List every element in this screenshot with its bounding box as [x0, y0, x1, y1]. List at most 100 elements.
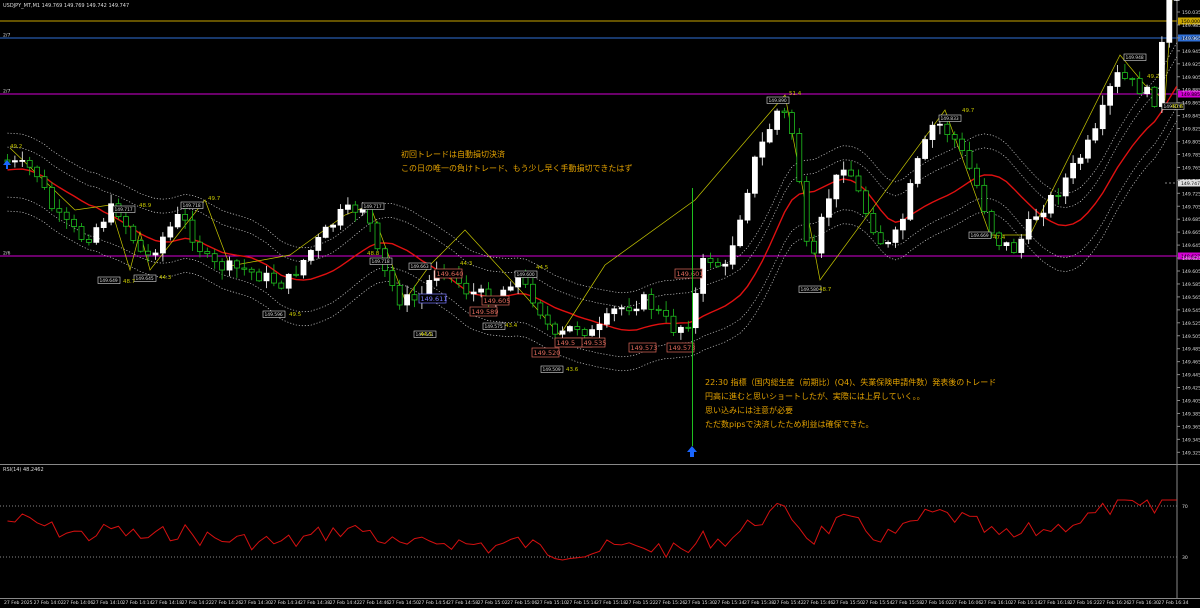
- candle-body: [1122, 72, 1128, 79]
- chart-window[interactable]: USDJPY_MT,M1 149.769 149.769 149.742 149…: [0, 0, 1200, 608]
- candle-body: [11, 160, 18, 163]
- price-box-label: 149.669: [971, 233, 989, 239]
- rsi-tick-label: 70: [1182, 504, 1188, 510]
- time-axis: 27 Feb 2025 27 Feb 14:02 27 Feb 14:06 27 Fe…: [4, 600, 1189, 606]
- fib-label: 48.7: [123, 279, 136, 285]
- candle-body: [914, 158, 921, 184]
- level-tag: 2/7: [3, 33, 10, 39]
- candle-body: [1033, 216, 1039, 220]
- price-tick-label: 149.685: [1182, 217, 1200, 223]
- fib-label: 49.7: [962, 108, 975, 114]
- time-label: 27 Feb 16:30: [1129, 600, 1159, 606]
- annotation-line: 思い込みには注意が必要: [705, 405, 793, 415]
- price-tick-label: 149.625: [1182, 256, 1200, 262]
- candle-body: [100, 221, 107, 228]
- fib-label: 44.5: [420, 332, 433, 338]
- candle-body: [766, 129, 773, 143]
- candle-body: [1151, 86, 1158, 107]
- candle-body: [1166, 0, 1173, 43]
- price-tick-label: 149.665: [1182, 230, 1200, 236]
- candle-body: [715, 262, 721, 267]
- candle-body: [1025, 219, 1032, 240]
- candle-body: [922, 139, 928, 159]
- fib-label: 44.5: [536, 265, 549, 271]
- candle-body: [1085, 139, 1091, 159]
- price-box-label: 149.575: [485, 324, 503, 330]
- candle-body: [670, 315, 677, 333]
- candle-body: [1003, 242, 1010, 246]
- fib-label: 43.4: [505, 323, 518, 329]
- candle-body: [1077, 157, 1084, 164]
- time-label: 27 Feb 14:06: [63, 600, 93, 606]
- fib-label: 48.8: [367, 251, 380, 257]
- fib-label: 48.7: [819, 287, 832, 293]
- time-label: 27 Feb 15:50: [833, 600, 863, 606]
- candle-body: [130, 225, 137, 241]
- candle-body: [1048, 195, 1054, 214]
- candle-body: [685, 326, 692, 329]
- candle-body: [19, 160, 26, 162]
- time-label: 27 Feb 14:34: [270, 600, 300, 606]
- candle-body: [678, 326, 684, 333]
- annotation-line: 22:30 指標（国内総生産（前期比）(Q4)、失業保険申請件数）発表後のトレー…: [705, 377, 996, 387]
- candle-body: [833, 174, 840, 200]
- candle-body: [988, 211, 995, 234]
- candle-body: [307, 250, 314, 261]
- time-label: 27 Feb 14:46: [359, 600, 389, 606]
- time-label: 27 Feb 15:46: [803, 600, 833, 606]
- candle-body: [522, 276, 529, 285]
- candle-body: [818, 216, 825, 254]
- price-box-label: 149.645: [136, 276, 154, 282]
- fib-label: 48.9: [139, 203, 152, 209]
- candle-body: [626, 307, 632, 312]
- candle-body: [789, 112, 795, 134]
- price-box-label: 149.717: [364, 204, 382, 210]
- candle-body: [1018, 238, 1025, 253]
- candle-body: [322, 226, 329, 238]
- candle-body: [707, 258, 714, 263]
- trade-label: 149.611: [421, 295, 448, 303]
- candle-body: [581, 329, 588, 336]
- price-box-label: 149.580: [801, 287, 819, 293]
- price-tick-label: 149.845: [1182, 114, 1200, 120]
- trade-label: 149.589: [472, 308, 499, 316]
- price-tick-label: 149.805: [1182, 140, 1200, 146]
- fib-label: 47.4: [993, 235, 1006, 241]
- candle-body: [1136, 78, 1143, 95]
- candle-body: [744, 192, 751, 221]
- price-tick-label: 149.785: [1182, 152, 1200, 158]
- time-label: 27 Feb 16:14: [1010, 600, 1040, 606]
- candle-body: [396, 285, 403, 306]
- price-tick-label: 149.965: [1182, 36, 1200, 42]
- candle-body: [1070, 162, 1076, 179]
- candle-body: [241, 267, 248, 270]
- candle-body: [1099, 104, 1106, 130]
- price-box-label: 149.717: [115, 207, 133, 213]
- candle-body: [278, 282, 285, 289]
- price-tick-label: 149.765: [1182, 165, 1200, 171]
- candle-body: [56, 208, 63, 213]
- candle-body: [137, 240, 144, 252]
- candle-body: [692, 293, 699, 329]
- fib-label: 49.5: [289, 312, 302, 318]
- candle-body: [1144, 86, 1150, 95]
- candle-body: [1107, 86, 1113, 106]
- fib-label: 49.2: [1147, 74, 1159, 80]
- price-tick-label: 149.565: [1182, 295, 1200, 301]
- candle-body: [544, 314, 551, 325]
- annotation-line: この日の唯一の負けトレード、もう少し早く手動損切できたはず: [401, 163, 632, 173]
- price-tick-label: 149.885: [1182, 88, 1200, 94]
- candle-body: [463, 282, 470, 295]
- candle-body: [26, 160, 33, 168]
- candle-body: [604, 313, 610, 325]
- candle-body: [552, 323, 558, 335]
- candle-body: [1114, 72, 1121, 87]
- chart-background: [0, 0, 1200, 608]
- candle-body: [774, 110, 780, 130]
- price-tick-label: 149.445: [1182, 373, 1200, 379]
- candle-body: [145, 250, 152, 256]
- candle-body: [404, 294, 411, 306]
- candle-body: [663, 310, 669, 317]
- candle-body: [559, 330, 566, 335]
- price-box-label: 149.718: [183, 203, 201, 209]
